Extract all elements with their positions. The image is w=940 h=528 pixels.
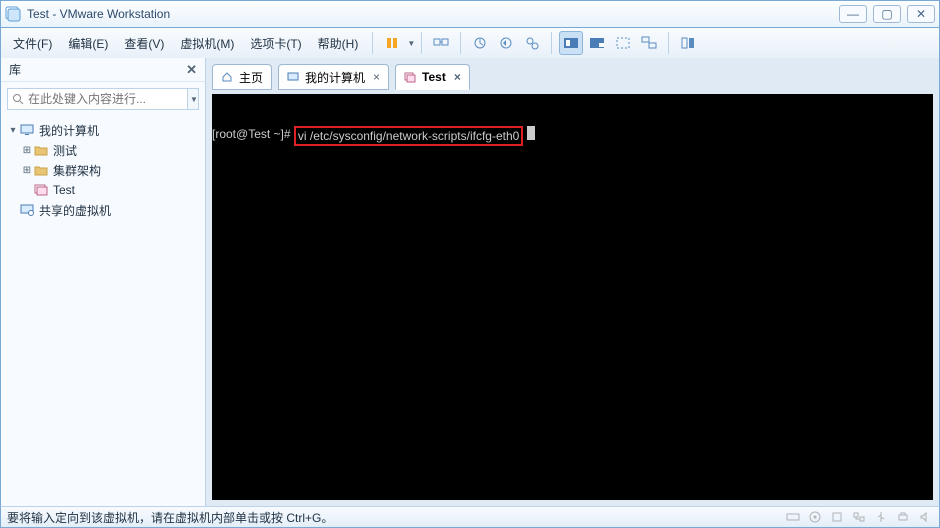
search-box[interactable] xyxy=(7,88,188,110)
cd-icon[interactable] xyxy=(807,510,823,524)
hdd-icon[interactable] xyxy=(785,510,801,524)
close-button[interactable]: ✕ xyxy=(907,5,935,23)
home-icon xyxy=(221,71,233,83)
fullscreen-button[interactable] xyxy=(611,31,635,55)
tab-close-icon[interactable]: × xyxy=(454,70,461,84)
snapshot-button[interactable] xyxy=(468,31,492,55)
tree-item-cluster[interactable]: ⊞ 集群架构 xyxy=(7,160,199,180)
pause-dropdown[interactable]: ▼ xyxy=(407,39,415,48)
snapshot-manager-button[interactable] xyxy=(520,31,544,55)
tree-label: 我的计算机 xyxy=(39,122,99,139)
tree-root-mycomputer[interactable]: ▾ 我的计算机 xyxy=(7,120,199,140)
sidebar-close-icon[interactable]: ✕ xyxy=(186,62,197,78)
folder-icon xyxy=(33,165,49,176)
tab-mycomputer[interactable]: 我的计算机 × xyxy=(278,64,389,90)
menu-help[interactable]: 帮助(H) xyxy=(310,31,367,56)
sidebar-header: 库 ✕ xyxy=(1,58,205,82)
main-area: 主页 我的计算机 × Test × [root@Test ~]# vi /etc… xyxy=(206,58,939,506)
maximize-button[interactable]: ▢ xyxy=(873,5,901,23)
statusbar: 要将输入定向到该虚拟机，请在虚拟机内部单击或按 Ctrl+G。 xyxy=(0,506,940,528)
sound-icon[interactable] xyxy=(917,510,933,524)
unity-button[interactable] xyxy=(637,31,661,55)
send-ctrl-alt-del-button[interactable] xyxy=(429,31,453,55)
sidebar-title: 库 xyxy=(9,61,21,78)
separator xyxy=(668,32,669,54)
terminal-command-highlight: vi /etc/sysconfig/network-scripts/ifcfg-… xyxy=(294,126,523,146)
separator xyxy=(460,32,461,54)
terminal-cursor xyxy=(527,126,535,140)
window-title: Test - VMware Workstation xyxy=(27,7,839,21)
tree-label: 测试 xyxy=(53,142,77,159)
collapse-icon[interactable]: ▾ xyxy=(7,125,19,136)
tree-label: 集群架构 xyxy=(53,162,101,179)
pause-button[interactable] xyxy=(380,31,404,55)
expand-icon[interactable]: ⊞ xyxy=(21,145,33,156)
network-icon[interactable] xyxy=(851,510,867,524)
tree-label: Test xyxy=(53,183,75,197)
separator xyxy=(551,32,552,54)
terminal-prompt: [root@Test ~]# xyxy=(212,126,294,146)
show-console-button[interactable] xyxy=(559,31,583,55)
monitor-icon xyxy=(19,124,35,136)
menu-tabs[interactable]: 选项卡(T) xyxy=(242,31,309,56)
titlebar: Test - VMware Workstation ― ▢ ✕ xyxy=(0,0,940,28)
tab-shelf: 主页 我的计算机 × Test × xyxy=(206,58,939,94)
tab-close-icon[interactable]: × xyxy=(373,70,380,84)
minimize-button[interactable]: ― xyxy=(839,5,867,23)
separator xyxy=(372,32,373,54)
search-icon xyxy=(12,93,24,105)
tab-label: Test xyxy=(422,70,446,84)
shared-icon xyxy=(19,204,35,216)
vm-tree: ▾ 我的计算机 ⊞ 测试 ⊞ 集群架构 Test xyxy=(1,116,205,224)
revert-snapshot-button[interactable] xyxy=(494,31,518,55)
printer-icon[interactable] xyxy=(895,510,911,524)
tree-label: 共享的虚拟机 xyxy=(39,202,111,219)
sidebar: 库 ✕ ▼ ▾ 我的计算机 ⊞ 测试 ⊞ 集群架构 xyxy=(1,58,206,506)
tab-label: 我的计算机 xyxy=(305,69,365,86)
terminal[interactable]: [root@Test ~]# vi /etc/sysconfig/network… xyxy=(212,94,933,500)
vm-icon xyxy=(404,72,416,83)
window-controls: ― ▢ ✕ xyxy=(839,5,935,23)
tab-home[interactable]: 主页 xyxy=(212,64,272,90)
menu-vm[interactable]: 虚拟机(M) xyxy=(172,31,242,56)
search-dropdown[interactable]: ▼ xyxy=(188,88,199,110)
tree-item-test-vm[interactable]: Test xyxy=(7,180,199,200)
menu-file[interactable]: 文件(F) xyxy=(5,31,60,56)
library-button[interactable] xyxy=(676,31,700,55)
search-input[interactable] xyxy=(28,92,183,106)
status-text: 要将输入定向到该虚拟机，请在虚拟机内部单击或按 Ctrl+G。 xyxy=(7,509,333,526)
menu-edit[interactable]: 编辑(E) xyxy=(60,31,116,56)
folder-icon xyxy=(33,145,49,156)
app-icon xyxy=(5,6,21,22)
usb-icon[interactable] xyxy=(873,510,889,524)
menubar: 文件(F) 编辑(E) 查看(V) 虚拟机(M) 选项卡(T) 帮助(H) ▼ xyxy=(0,28,940,58)
separator xyxy=(421,32,422,54)
monitor-icon xyxy=(287,72,299,83)
floppy-icon[interactable] xyxy=(829,510,845,524)
thumbnail-view-button[interactable] xyxy=(585,31,609,55)
status-device-icons xyxy=(785,510,933,524)
tree-shared-vms[interactable]: 共享的虚拟机 xyxy=(7,200,199,220)
tree-item-test-folder[interactable]: ⊞ 测试 xyxy=(7,140,199,160)
vm-icon xyxy=(33,184,49,196)
menu-view[interactable]: 查看(V) xyxy=(116,31,172,56)
expand-icon[interactable]: ⊞ xyxy=(21,165,33,176)
tab-label: 主页 xyxy=(239,69,263,86)
tab-test[interactable]: Test × xyxy=(395,64,470,90)
